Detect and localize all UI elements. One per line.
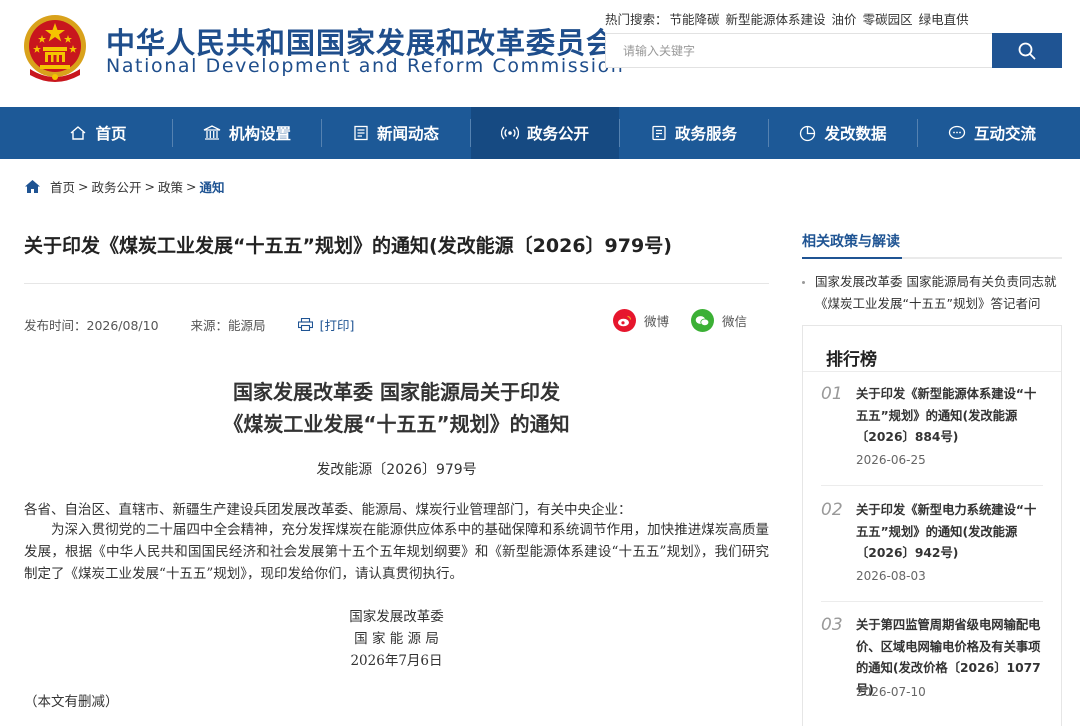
share-weibo-label: 微博	[644, 314, 670, 329]
nav-item-interaction[interactable]: 互动交流	[918, 107, 1066, 159]
breadcrumb: 首页 > 政务公开 > 政策 > 通知	[24, 177, 225, 196]
breadcrumb-gov-affairs[interactable]: 政务公开	[92, 177, 142, 196]
salutation: 各省、自治区、直辖市、新疆生产建设兵团发展改革委、能源局、煤炭行业管理部门，有关…	[24, 502, 632, 518]
search-button[interactable]	[992, 33, 1062, 68]
main-nav: 首页 机构设置 新闻动态 政务公开 政务服务 发改数据 互动交流	[0, 107, 1080, 159]
site-title-en: National Development and Reform Commissi…	[106, 55, 625, 77]
breadcrumb-current: 通知	[199, 180, 225, 195]
nav-item-news[interactable]: 新闻动态	[322, 107, 470, 159]
hot-search: 热门搜索： 节能降碳 新型能源体系建设 油价 零碳园区 绿电直供	[605, 9, 975, 28]
signatory: 国 家 能 源 局	[354, 631, 439, 647]
national-emblem-icon	[24, 15, 86, 82]
hot-search-term[interactable]: 新型能源体系建设	[726, 12, 826, 27]
nav-item-data[interactable]: 发改数据	[769, 107, 917, 159]
rank-date: 2026-06-25	[856, 453, 926, 467]
rank-date: 2026-08-03	[856, 569, 926, 583]
divider	[803, 371, 1061, 372]
share-weibo[interactable]: 微博	[613, 309, 669, 332]
nav-item-home[interactable]: 首页	[0, 107, 172, 159]
search-icon	[1018, 42, 1036, 59]
related-item[interactable]: 国家发展改革委 国家能源局有关负责同志就《煤炭工业发展“十五五”规划》答记者问	[802, 271, 1060, 315]
rank-link[interactable]: 关于印发《新型能源体系建设“十五五”规划》的通知(发改能源〔2026〕884号)	[856, 384, 1046, 449]
abridged-note: （本文有删减）	[24, 694, 119, 710]
nav-item-label: 机构设置	[228, 125, 291, 143]
wechat-icon	[691, 309, 715, 332]
broadcast-icon	[500, 125, 519, 141]
share-wechat-label: 微信	[722, 314, 748, 329]
sign-date: 2026年7月6日	[350, 653, 443, 669]
print-button[interactable]: [打印]	[297, 315, 355, 334]
breadcrumb-home[interactable]: 首页	[50, 177, 75, 196]
divider	[821, 485, 1043, 486]
article-title: 关于印发《煤炭工业发展“十五五”规划》的通知(发改能源〔2026〕979号)	[24, 235, 672, 257]
share-bar: 微博 微信	[613, 309, 747, 332]
print-label: [打印]	[319, 318, 355, 333]
body-paragraph: 为深入贯彻党的二十届四中全会精神，充分发挥煤炭在能源供应体系中的基础保障和系统调…	[24, 522, 769, 582]
related-title: 相关政策与解读	[802, 234, 900, 250]
home-icon	[69, 125, 87, 141]
institution-icon	[203, 125, 221, 141]
printer-icon	[297, 318, 313, 331]
rank-number: 01	[821, 384, 843, 404]
rank-date: 2026-07-10	[856, 685, 926, 699]
search-input[interactable]	[606, 34, 993, 67]
article-meta: 发布时间：2026/08/10 来源：能源局 [打印]	[24, 315, 354, 334]
doc-number: 发改能源〔2026〕979号	[316, 462, 477, 478]
breadcrumb-policy[interactable]: 政策	[158, 177, 183, 196]
hot-search-term[interactable]: 零碳园区	[863, 12, 913, 27]
rank-number: 02	[821, 500, 843, 520]
share-wechat[interactable]: 微信	[691, 309, 747, 332]
chat-icon	[948, 125, 966, 141]
weibo-icon	[613, 309, 636, 332]
doc-heading: 国家发展改革委 国家能源局关于印发	[233, 380, 560, 404]
pie-chart-icon	[799, 125, 816, 142]
nav-item-institution[interactable]: 机构设置	[173, 107, 321, 159]
ranking-title: 排行榜	[826, 350, 877, 370]
divider	[24, 283, 769, 284]
ranking-panel: 排行榜 01 关于印发《新型能源体系建设“十五五”规划》的通知(发改能源〔202…	[802, 325, 1062, 726]
hot-search-label: 热门搜索：	[605, 12, 668, 27]
doc-heading: 《煤炭工业发展“十五五”规划》的通知	[223, 412, 570, 436]
article-source: 来源：能源局	[190, 318, 266, 333]
rank-number: 03	[821, 615, 843, 635]
hot-search-term[interactable]: 油价	[832, 12, 857, 27]
rank-link[interactable]: 关于印发《新型电力系统建设“十五五”规划》的通知(发改能源〔2026〕942号)	[856, 500, 1046, 565]
divider	[821, 601, 1043, 602]
news-icon	[353, 125, 369, 141]
nav-item-label: 政务服务	[674, 125, 737, 143]
hot-search-term[interactable]: 节能降碳	[670, 12, 720, 27]
publish-time: 发布时间：2026/08/10	[24, 318, 159, 333]
nav-item-label: 首页	[95, 125, 127, 143]
site-header: 中华人民共和国国家发展和改革委员会 National Development a…	[0, 0, 1080, 107]
nav-item-gov-affairs[interactable]: 政务公开	[471, 107, 619, 159]
hot-search-term[interactable]: 绿电直供	[919, 12, 969, 27]
nav-item-label: 新闻动态	[376, 125, 439, 143]
nav-item-gov-service[interactable]: 政务服务	[620, 107, 768, 159]
divider	[802, 257, 1062, 259]
nav-item-label: 互动交流	[973, 125, 1036, 143]
signatory: 国家发展改革委	[349, 609, 444, 625]
search-box	[605, 33, 1062, 68]
nav-item-label: 发改数据	[824, 125, 887, 143]
nav-item-label: 政务公开	[526, 125, 589, 143]
home-icon[interactable]	[24, 179, 41, 194]
service-icon	[651, 125, 667, 141]
